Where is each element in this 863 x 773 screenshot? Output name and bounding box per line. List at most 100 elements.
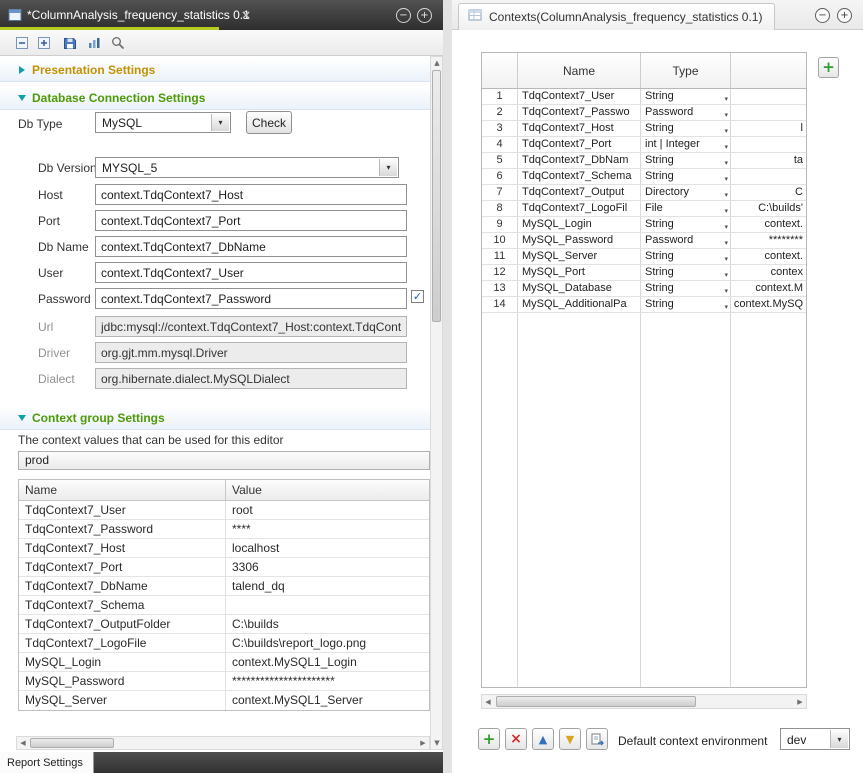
copy-contexts-button[interactable] [586, 728, 608, 750]
context-type-cell[interactable]: String▾ [641, 297, 731, 312]
row-number-cell[interactable]: 2 [482, 105, 518, 120]
context-value-cell[interactable]: context. [731, 249, 806, 264]
tab-report-settings[interactable]: Report Settings [0, 752, 94, 773]
add-context-button[interactable]: + [818, 57, 839, 78]
scroll-left-arrow[interactable]: ◀ [482, 696, 494, 708]
context-value-cell[interactable]: context.MySQ [731, 297, 806, 312]
row-number-cell[interactable]: 8 [482, 201, 518, 216]
context-name-cell[interactable]: TdqContext7_Passwo [518, 105, 641, 120]
port-input[interactable] [95, 210, 407, 231]
scroll-up-arrow[interactable]: ▲ [431, 57, 443, 69]
context-type-cell[interactable]: Password▾ [641, 105, 731, 120]
type-combo-arrow-icon[interactable]: ▾ [724, 172, 728, 184]
context-type-cell[interactable]: String▾ [641, 281, 731, 296]
context-name-cell[interactable]: MySQL_Password [19, 672, 226, 690]
context-value-cell[interactable] [731, 89, 806, 104]
context-type-cell[interactable]: File▾ [641, 201, 731, 216]
type-combo-arrow-icon[interactable]: ▾ [724, 92, 728, 104]
scroll-right-arrow[interactable]: ▶ [417, 737, 429, 749]
context-value-cell[interactable]: context. [731, 217, 806, 232]
context-value-cell[interactable] [731, 137, 806, 152]
context-type-cell[interactable]: String▾ [641, 153, 731, 168]
context-value-cell[interactable]: C:\builds [226, 615, 429, 633]
password-input[interactable] [95, 288, 407, 309]
context-type-cell[interactable]: String▾ [641, 217, 731, 232]
context-name-cell[interactable]: MySQL_Port [518, 265, 641, 280]
context-name-cell[interactable]: TdqContext7_Host [19, 539, 226, 557]
column-header-name[interactable]: Name [518, 53, 641, 88]
context-name-cell[interactable]: MySQL_Server [518, 249, 641, 264]
context-value-cell[interactable]: l [731, 121, 806, 136]
type-combo-arrow-icon[interactable]: ▾ [724, 140, 728, 152]
type-combo-arrow-icon[interactable]: ▾ [724, 124, 728, 136]
context-name-cell[interactable]: TdqContext7_User [518, 89, 641, 104]
db-type-combo[interactable]: MySQL ▾ [95, 112, 231, 133]
scroll-left-arrow[interactable]: ◀ [17, 737, 29, 749]
panel-sash[interactable] [443, 0, 452, 773]
context-name-cell[interactable]: TdqContext7_User [19, 501, 226, 519]
context-name-cell[interactable]: MySQL_Server [19, 691, 226, 710]
context-value-cell[interactable]: C:\builds' [731, 201, 806, 216]
scrollbar-thumb[interactable] [30, 738, 114, 748]
environment-combo[interactable]: dev ▾ [780, 728, 850, 750]
context-name-cell[interactable]: TdqContext7_Schema [19, 596, 226, 614]
type-combo-arrow-icon[interactable]: ▾ [724, 236, 728, 248]
type-combo-arrow-icon[interactable]: ▾ [724, 188, 728, 200]
scroll-down-arrow[interactable]: ▼ [431, 737, 443, 749]
type-combo-arrow-icon[interactable]: ▾ [724, 268, 728, 280]
context-type-cell[interactable]: Password▾ [641, 233, 731, 248]
type-combo-arrow-icon[interactable]: ▾ [724, 252, 728, 264]
context-value-cell[interactable]: ******** [731, 233, 806, 248]
expanded-arrow-icon[interactable] [18, 415, 26, 421]
context-name-cell[interactable]: TdqContext7_DbNam [518, 153, 641, 168]
context-type-cell[interactable]: String▾ [641, 169, 731, 184]
row-number-cell[interactable]: 5 [482, 153, 518, 168]
context-value-cell[interactable] [731, 169, 806, 184]
context-value-cell[interactable] [226, 596, 429, 614]
context-value-cell[interactable]: root [226, 501, 429, 519]
context-name-cell[interactable]: MySQL_Database [518, 281, 641, 296]
combo-arrow-icon[interactable]: ▾ [830, 730, 848, 748]
type-combo-arrow-icon[interactable]: ▾ [724, 220, 728, 232]
context-value-cell[interactable]: localhost [226, 539, 429, 557]
row-number-cell[interactable]: 12 [482, 265, 518, 280]
combo-arrow-icon[interactable]: ▾ [379, 159, 397, 176]
context-name-cell[interactable]: TdqContext7_Schema [518, 169, 641, 184]
expand-all-button[interactable] [34, 33, 54, 53]
context-name-cell[interactable]: TdqContext7_Port [19, 558, 226, 576]
type-combo-arrow-icon[interactable]: ▾ [724, 300, 728, 312]
column-header-value[interactable] [731, 53, 806, 88]
collapsed-arrow-icon[interactable] [19, 66, 25, 74]
add-variable-button[interactable]: + [478, 728, 500, 750]
context-type-cell[interactable]: int | Integer▾ [641, 137, 731, 152]
context-name-cell[interactable]: MySQL_Login [19, 653, 226, 671]
user-input[interactable] [95, 262, 407, 283]
row-number-cell[interactable]: 14 [482, 297, 518, 312]
context-name-cell[interactable]: TdqContext7_DbName [19, 577, 226, 595]
column-header-type[interactable]: Type [641, 53, 731, 88]
context-name-cell[interactable]: MySQL_Login [518, 217, 641, 232]
context-value-cell[interactable]: context.MySQL1_Login [226, 653, 429, 671]
context-type-cell[interactable]: String▾ [641, 89, 731, 104]
minimize-button[interactable]: − [396, 8, 411, 23]
context-value-cell[interactable]: ********************** [226, 672, 429, 690]
column-header-value[interactable]: Value [226, 480, 429, 500]
context-name-cell[interactable]: MySQL_AdditionalPa [518, 297, 641, 312]
db-name-input[interactable] [95, 236, 407, 257]
row-number-cell[interactable]: 3 [482, 121, 518, 136]
context-value-cell[interactable]: 3306 [226, 558, 429, 576]
context-value-cell[interactable]: **** [226, 520, 429, 538]
column-header-name[interactable]: Name [19, 480, 226, 500]
context-name-cell[interactable]: TdqContext7_Port [518, 137, 641, 152]
context-value-cell[interactable]: C [731, 185, 806, 200]
maximize-button[interactable]: + [837, 8, 852, 23]
scrollbar-thumb[interactable] [432, 70, 441, 322]
context-name-cell[interactable]: MySQL_Password [518, 233, 641, 248]
context-value-cell[interactable]: context.MySQL1_Server [226, 691, 429, 710]
section-database-connection-settings[interactable]: Database Connection Settings [0, 86, 431, 110]
vertical-scrollbar[interactable]: ▲ ▼ [430, 56, 443, 750]
search-button[interactable] [108, 33, 128, 53]
expanded-arrow-icon[interactable] [18, 95, 26, 101]
maximize-button[interactable]: + [417, 8, 432, 23]
row-number-cell[interactable]: 10 [482, 233, 518, 248]
